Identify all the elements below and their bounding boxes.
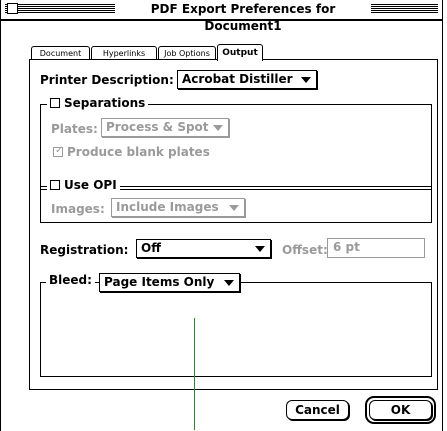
chevron-down-icon [213,125,223,131]
images-popup[interactable]: Include Images [111,198,245,217]
separations-label: Separations [64,96,146,110]
printer-description-value: Acrobat Distiller [182,72,293,86]
produce-blank-plates-checkbox[interactable]: ✓ [53,145,64,157]
title-bar-divider [1,20,442,21]
chevron-down-icon [224,280,234,286]
offset-label: Offset: [282,243,328,257]
produce-blank-plates-option[interactable]: ✓ Produce blank plates [53,145,210,159]
close-box-icon[interactable] [7,3,18,14]
chevron-down-icon [255,246,265,252]
tab-output[interactable]: Output [217,44,263,61]
plates-value: Process & Spot [106,120,209,134]
registration-label: Registration: [40,243,129,257]
printer-description-popup[interactable]: Acrobat Distiller [177,70,317,89]
use-opi-checkbox[interactable] [50,180,60,190]
chevron-down-icon [301,77,311,83]
window-title: PDF Export Preferences for Document1 [115,1,371,33]
cancel-button[interactable]: Cancel [286,400,349,420]
registration-value: Off [141,241,161,255]
annotation-pointer-line [194,318,195,430]
ok-button[interactable]: OK [369,400,432,420]
checkmark-icon: ✓ [55,145,64,156]
bleed-label: Bleed: [49,273,92,287]
bleed-value: Page Items Only [104,275,215,289]
bleed-legend: Bleed: [46,273,95,287]
tab-document-info[interactable]: Document Info [31,46,90,71]
produce-blank-plates-label: Produce blank plates [67,145,210,159]
images-label: Images: [51,202,105,216]
tab-hyperlinks[interactable]: Hyperlinks [91,46,157,59]
printer-description-label: Printer Description: [40,73,174,87]
separations-legend[interactable]: Separations [47,96,149,110]
registration-popup[interactable]: Off [136,239,271,258]
separations-checkbox[interactable] [50,98,60,108]
bleed-popup[interactable]: Page Items Only [99,273,240,292]
bleed-group [40,282,432,377]
offset-field[interactable]: 6 pt [327,238,425,258]
plates-popup[interactable]: Process & Spot [101,118,229,137]
images-value: Include Images [116,200,219,214]
tab-job-options[interactable]: Job Options [158,46,216,59]
chevron-down-icon [229,205,239,211]
opi-legend[interactable]: Use OPI [47,178,120,192]
plates-label: Plates: [51,122,98,136]
use-opi-label: Use OPI [64,178,117,192]
